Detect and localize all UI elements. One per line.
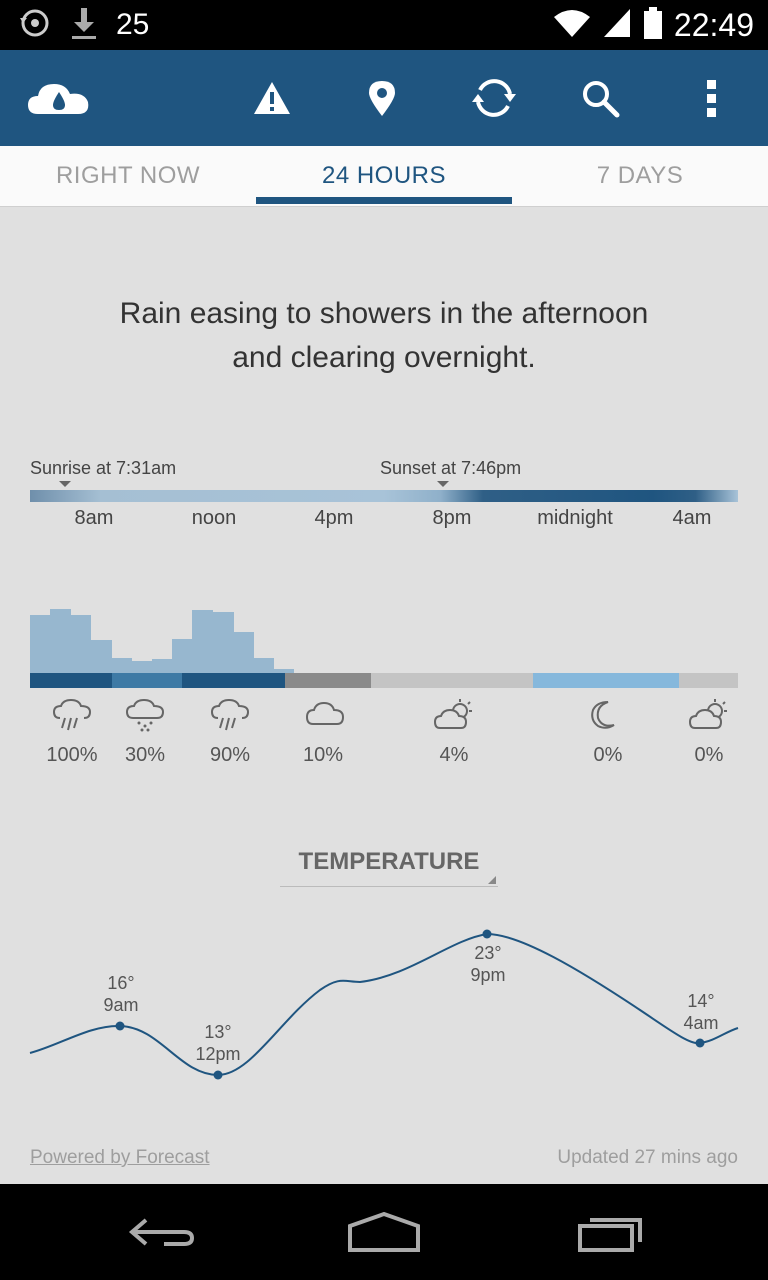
location-pin-icon[interactable] xyxy=(358,74,406,122)
overflow-menu-icon[interactable] xyxy=(688,74,736,122)
alert-icon[interactable] xyxy=(248,74,296,122)
sync-icon xyxy=(18,6,52,45)
tab-right-now[interactable]: RIGHT NOW xyxy=(0,146,256,206)
precip-probability: 4% xyxy=(439,744,469,766)
precip-probability: 30% xyxy=(124,744,166,766)
temp-point-4am xyxy=(695,1038,705,1048)
app-bar xyxy=(0,50,768,146)
status-bar: 25 22:49 xyxy=(0,0,768,50)
cloud-icon xyxy=(305,698,345,732)
battery-icon xyxy=(642,6,664,45)
precip-intensity-bar xyxy=(111,658,133,673)
temp-time: 9pm xyxy=(470,965,506,985)
refresh-icon[interactable] xyxy=(470,74,518,122)
temp-point-12pm xyxy=(213,1070,223,1080)
back-button[interactable] xyxy=(120,1208,200,1256)
precip-probability: 0% xyxy=(593,744,623,766)
temperature-title: TEMPERATURE xyxy=(298,848,480,875)
forecast-summary: Rain easing to showers in the afternoon … xyxy=(60,292,708,380)
dropdown-corner-icon xyxy=(488,876,496,884)
time-label-noon: noon xyxy=(191,507,237,529)
showers-icon xyxy=(125,698,165,732)
tab-7-days[interactable]: 7 DAYS xyxy=(512,146,768,206)
download-icon xyxy=(70,6,98,45)
precip-probability: 10% xyxy=(302,744,344,766)
rain-icon xyxy=(210,698,250,732)
sunrise-marker xyxy=(59,481,71,487)
precip-intensity-bar xyxy=(151,659,173,673)
clock: 22:49 xyxy=(673,6,754,43)
precip-probability: 100% xyxy=(46,744,98,766)
temp-point-9pm xyxy=(482,929,492,939)
search-icon[interactable] xyxy=(576,74,624,122)
summary-line-1: Rain easing to showers in the afternoon xyxy=(119,297,649,330)
temp-value: 23° xyxy=(474,943,502,963)
temp-label-12pm: 13° 12pm xyxy=(195,1021,240,1065)
time-label-8am: 8am xyxy=(74,507,114,529)
precip-intensity-bar xyxy=(253,657,275,673)
updated-timestamp: Updated 27 mins ago xyxy=(557,1147,738,1168)
temp-time: 9am xyxy=(103,995,139,1015)
precip-intensity-bar xyxy=(30,614,51,673)
precipitation-chart xyxy=(30,600,738,673)
condition-segment-clear-night xyxy=(533,673,679,688)
time-label-4pm: 4pm xyxy=(314,507,354,529)
condition-segment-overcast xyxy=(285,673,371,688)
temp-value: 14° xyxy=(687,991,715,1011)
precip-probability: 0% xyxy=(694,744,724,766)
temp-label-9pm: 23° 9pm xyxy=(470,942,505,986)
precip-intensity-bar xyxy=(50,608,72,673)
sunset-label: Sunset at 7:46pm xyxy=(380,458,522,478)
precip-intensity-bar xyxy=(70,615,92,673)
recents-button[interactable] xyxy=(570,1208,650,1256)
sunset-marker xyxy=(437,481,449,487)
precip-intensity-bar xyxy=(192,609,214,673)
moon-icon xyxy=(586,698,626,732)
temp-value: 16° xyxy=(107,973,135,993)
condition-segment-cloudy xyxy=(371,673,533,688)
signal-icon xyxy=(602,7,632,44)
rain-icon xyxy=(52,698,92,732)
precip-intensity-bar xyxy=(172,638,193,673)
cloud-rain-logo-icon[interactable] xyxy=(26,74,90,122)
precip-intensity-bar xyxy=(131,661,153,673)
wifi-icon xyxy=(552,7,592,44)
condition-segment-rain xyxy=(182,673,285,688)
time-label-midnight: midnight xyxy=(537,507,613,529)
active-tab-indicator xyxy=(256,197,512,204)
powered-by-link[interactable]: Powered by Forecast xyxy=(30,1147,210,1169)
temperature-selector[interactable]: TEMPERATURE xyxy=(280,848,498,887)
time-label-8pm: 8pm xyxy=(432,507,472,529)
conditions-strip xyxy=(30,673,738,688)
condition-segment-showers xyxy=(112,673,182,688)
temp-label-9am: 16° 9am xyxy=(103,972,138,1016)
daylight-bar xyxy=(30,490,738,502)
condition-segment-cloudy xyxy=(679,673,738,688)
temp-label-4am: 14° 4am xyxy=(683,990,718,1034)
precip-intensity-bar xyxy=(212,611,234,673)
temp-time: 4am xyxy=(683,1013,719,1033)
partly-cloudy-day-icon xyxy=(433,698,474,732)
time-label-4am: 4am xyxy=(672,507,712,529)
sunrise-label: Sunrise at 7:31am xyxy=(30,458,177,478)
precip-intensity-bar xyxy=(90,640,112,673)
precip-intensity-bar xyxy=(233,632,254,673)
home-button[interactable] xyxy=(344,1208,424,1256)
precip-probability: 90% xyxy=(209,744,251,766)
condition-segment-rain xyxy=(30,673,112,688)
notification-count: 25 xyxy=(116,8,150,41)
system-nav-bar xyxy=(0,1184,768,1280)
temp-value: 13° xyxy=(204,1022,232,1042)
partly-cloudy-day-icon xyxy=(688,698,729,732)
temp-point-9am xyxy=(115,1021,125,1031)
temp-time: 12pm xyxy=(195,1044,241,1064)
summary-line-2: and clearing overnight. xyxy=(232,341,536,374)
